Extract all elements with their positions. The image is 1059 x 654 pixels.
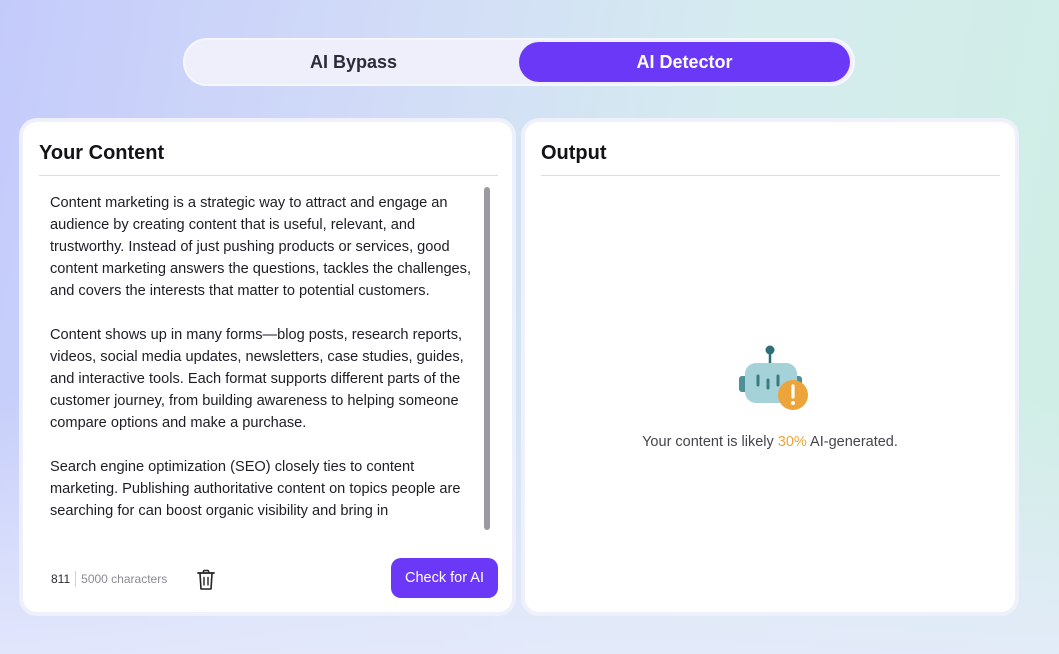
- character-counter: 811 5000 characters: [51, 568, 167, 590]
- character-count: 811: [51, 572, 71, 586]
- tab-ai-detector[interactable]: AI Detector: [519, 42, 850, 82]
- input-panel: Your Content Content marketing is a stra…: [19, 118, 516, 616]
- content-paragraph: Content shows up in many forms—blog post…: [50, 327, 464, 431]
- content-scrollbar[interactable]: [484, 187, 490, 530]
- content-textarea[interactable]: Content marketing is a strategic way to …: [50, 192, 480, 558]
- content-paragraph: Content marketing is a strategic way to …: [50, 195, 472, 299]
- input-panel-title: Your Content: [39, 142, 165, 164]
- content-paragraph: Search engine optimization (SEO) closely…: [50, 459, 461, 519]
- check-for-ai-button[interactable]: Check for AI: [391, 558, 498, 598]
- output-panel-divider: [541, 175, 1000, 176]
- result-suffix: AI-generated.: [806, 434, 898, 450]
- output-panel: Output Your content is likely 30% AI-gen…: [521, 118, 1019, 616]
- trash-icon[interactable]: [196, 569, 216, 591]
- detection-result: Your content is likely 30% AI-generated.: [525, 434, 1015, 450]
- tab-ai-bypass[interactable]: AI Bypass: [188, 42, 519, 82]
- robot-warning-icon: [736, 345, 812, 415]
- counter-separator: [75, 571, 77, 587]
- ai-percentage: 30%: [777, 434, 807, 450]
- character-limit: 5000 characters: [81, 572, 168, 586]
- input-panel-divider: [39, 175, 498, 176]
- output-panel-title: Output: [541, 142, 607, 164]
- mode-tab-bar: AI Bypass AI Detector: [183, 38, 855, 86]
- result-prefix: Your content is likely: [642, 434, 778, 450]
